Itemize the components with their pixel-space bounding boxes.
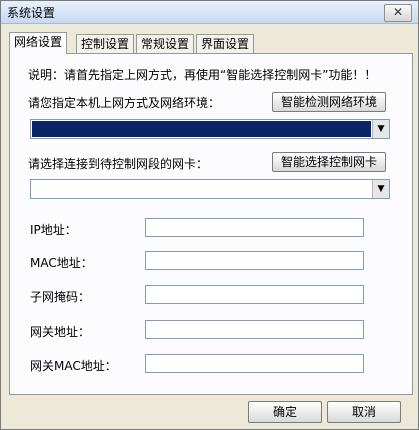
chevron-down-icon[interactable]: ▼ <box>372 120 389 138</box>
env-label: 请您指定本机上网方式及网络环境： <box>28 96 221 110</box>
gateway-mac-field[interactable] <box>145 354 364 373</box>
mask-label: 子网掩码： <box>30 290 91 304</box>
instruction-text: 说明：请首先指定上网方式，再使用“智能选择控制网卡”功能！！ <box>28 68 377 82</box>
gateway-field[interactable] <box>145 320 364 339</box>
ip-label: IP地址： <box>30 223 77 237</box>
tab-control-label: 控制设置 <box>81 37 130 51</box>
close-icon: ✕ <box>392 5 404 19</box>
ok-button[interactable]: 确定 <box>248 401 322 423</box>
cancel-button[interactable]: 取消 <box>327 401 401 423</box>
tab-general-label: 常规设置 <box>141 37 190 51</box>
tab-general[interactable]: 常规设置 <box>136 34 195 53</box>
ip-field[interactable] <box>145 218 364 237</box>
chevron-down-icon[interactable]: ▼ <box>372 180 389 198</box>
mac-field[interactable] <box>145 251 364 270</box>
detect-network-button[interactable]: 智能检测网络环境 <box>272 92 386 112</box>
gateway-mac-label: 网关MAC地址： <box>30 359 117 373</box>
card-label: 请选择连接到待控制网段的网卡： <box>28 157 209 171</box>
network-panel: 说明：请首先指定上网方式，再使用“智能选择控制网卡”功能！！ 请您指定本机上网方… <box>9 53 413 395</box>
close-button[interactable]: ✕ <box>384 4 412 22</box>
tab-control[interactable]: 控制设置 <box>76 34 135 53</box>
select-card-button[interactable]: 智能选择控制网卡 <box>272 152 386 172</box>
window-title: 系统设置 <box>7 6 56 20</box>
mac-label: MAC地址： <box>30 256 93 270</box>
network-env-select[interactable]: ▼ <box>30 119 390 139</box>
tab-interface-label: 界面设置 <box>201 37 250 51</box>
tab-network[interactable]: 网络设置 <box>9 32 68 54</box>
title-bar: 系统设置 ✕ <box>1 1 418 24</box>
tab-network-label: 网络设置 <box>14 35 63 49</box>
selected-highlight <box>32 121 371 137</box>
network-card-select[interactable]: ▼ <box>30 179 390 199</box>
tab-interface[interactable]: 界面设置 <box>196 34 255 53</box>
mask-field[interactable] <box>145 285 364 304</box>
gateway-label: 网关地址： <box>30 325 91 339</box>
settings-window: 系统设置 ✕ 网络设置 控制设置 常规设置 界面设置 说明：请首先指定上网方式，… <box>0 0 419 430</box>
